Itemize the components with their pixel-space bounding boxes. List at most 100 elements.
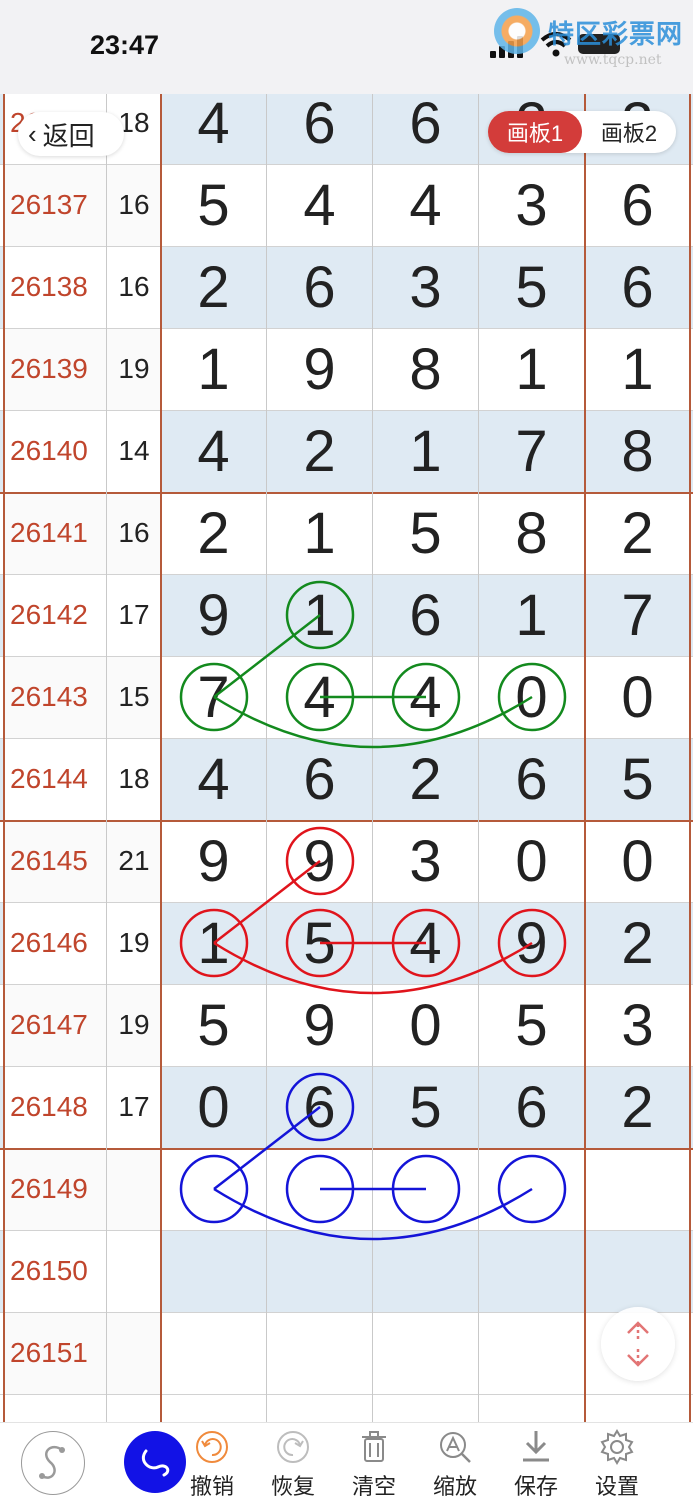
digit-cell[interactable]: 9 <box>267 820 372 902</box>
toolbar-download-button[interactable]: 保存 <box>501 1427 571 1499</box>
digit-cell[interactable]: 6 <box>373 574 478 656</box>
digit-cell[interactable] <box>479 1148 584 1230</box>
digit-cell[interactable]: 8 <box>373 328 478 410</box>
digit-cell[interactable]: 9 <box>479 902 584 984</box>
digit-cell[interactable]: 4 <box>161 738 266 820</box>
digit-cell[interactable]: 6 <box>267 94 372 164</box>
digit-cell[interactable] <box>585 1148 690 1230</box>
digit-cell[interactable]: 6 <box>267 1066 372 1148</box>
row-divider <box>0 984 693 985</box>
tab-board-2[interactable]: 画板2 <box>582 111 676 153</box>
curve-path-icon <box>39 1445 65 1479</box>
digit-cell[interactable]: 5 <box>479 246 584 328</box>
digit-cell[interactable]: 6 <box>479 738 584 820</box>
digit-cell[interactable] <box>373 1148 478 1230</box>
digit-cell[interactable] <box>161 1230 266 1312</box>
sum-value: 16 <box>107 164 161 246</box>
digit-cell[interactable] <box>267 1312 372 1394</box>
digit-cell[interactable]: 2 <box>585 492 690 574</box>
digit-cell[interactable] <box>479 1230 584 1312</box>
digit-cell[interactable]: 4 <box>373 902 478 984</box>
toolbar-redo-button[interactable]: 恢复 <box>258 1427 328 1499</box>
digit-cell[interactable]: 5 <box>373 492 478 574</box>
back-button[interactable]: ‹ 返回 <box>18 112 124 156</box>
digit-cell[interactable]: 9 <box>161 574 266 656</box>
digit-cell[interactable]: 5 <box>267 902 372 984</box>
digit-cell[interactable]: 5 <box>373 1066 478 1148</box>
digit-cell[interactable]: 1 <box>479 574 584 656</box>
digit-cell[interactable]: 5 <box>479 984 584 1066</box>
digit-cell[interactable]: 1 <box>585 328 690 410</box>
digit-cell[interactable]: 5 <box>161 984 266 1066</box>
digit-cell[interactable]: 2 <box>585 902 690 984</box>
digit-cell[interactable]: 2 <box>267 410 372 492</box>
digit-cell[interactable]: 9 <box>267 328 372 410</box>
digit-cell[interactable]: 7 <box>585 574 690 656</box>
digit-cell[interactable]: 3 <box>373 820 478 902</box>
digit-cell[interactable]: 4 <box>161 410 266 492</box>
digit-cell[interactable]: 2 <box>161 246 266 328</box>
redo-icon <box>277 1431 309 1463</box>
digit-cell[interactable]: 0 <box>479 656 584 738</box>
status-bar: 23:47 特区彩票网 www.tqcp.net <box>0 0 693 94</box>
digit-cell[interactable] <box>373 1312 478 1394</box>
toolbar-trash-button[interactable]: 清空 <box>339 1427 409 1499</box>
digit-cell[interactable]: 4 <box>267 656 372 738</box>
digit-cell[interactable]: 6 <box>479 1066 584 1148</box>
digit-cell[interactable]: 3 <box>479 164 584 246</box>
digit-cell[interactable] <box>267 1230 372 1312</box>
digit-cell[interactable] <box>479 1312 584 1394</box>
toolbar-gear-button[interactable]: 设置 <box>582 1427 652 1499</box>
digit-cell[interactable]: 3 <box>373 246 478 328</box>
digit-cell[interactable]: 6 <box>585 246 690 328</box>
digit-cell[interactable]: 6 <box>585 164 690 246</box>
digit-cell[interactable] <box>267 1148 372 1230</box>
digit-cell[interactable]: 5 <box>161 164 266 246</box>
digit-cell[interactable]: 6 <box>267 738 372 820</box>
digit-cell[interactable]: 0 <box>585 656 690 738</box>
eraser-mode-button[interactable] <box>21 1431 85 1495</box>
digit-cell[interactable]: 1 <box>161 328 266 410</box>
digit-cell[interactable]: 0 <box>479 820 584 902</box>
digit-cell[interactable]: 7 <box>479 410 584 492</box>
digit-cell[interactable]: 8 <box>479 492 584 574</box>
digit-cell[interactable]: 5 <box>585 738 690 820</box>
digit-cell[interactable]: 6 <box>267 246 372 328</box>
board-toggle[interactable]: 画板1 画板2 <box>488 111 676 153</box>
digit-cell[interactable]: 2 <box>585 1066 690 1148</box>
digit-cell[interactable]: 4 <box>373 164 478 246</box>
digit-cell[interactable] <box>161 1148 266 1230</box>
digit-cell[interactable]: 2 <box>373 738 478 820</box>
digit-cell[interactable] <box>161 1312 266 1394</box>
trend-grid[interactable]: 2613618466232613716544362613816263562613… <box>0 94 693 1422</box>
sum-value: 14 <box>107 410 161 492</box>
digit-cell[interactable]: 4 <box>373 656 478 738</box>
digit-cell[interactable]: 8 <box>585 410 690 492</box>
digit-cell[interactable] <box>373 1230 478 1312</box>
digit-cell[interactable]: 1 <box>267 492 372 574</box>
tab-board-1[interactable]: 画板1 <box>488 111 582 153</box>
table-row: 26143 15 7 4 4 0 0 <box>0 656 693 738</box>
digit-cell[interactable]: 9 <box>161 820 266 902</box>
digit-cell[interactable] <box>585 1230 690 1312</box>
digit-cell[interactable]: 0 <box>161 1066 266 1148</box>
digit-cell[interactable]: 1 <box>161 902 266 984</box>
scroll-toggle-button[interactable] <box>601 1307 675 1381</box>
trash-icon <box>362 1431 386 1462</box>
digit-cell[interactable]: 4 <box>161 94 266 164</box>
chevron-left-icon: ‹ <box>28 118 37 149</box>
digit-cell[interactable]: 0 <box>373 984 478 1066</box>
digit-cell[interactable]: 1 <box>267 574 372 656</box>
digit-cell[interactable]: 3 <box>585 984 690 1066</box>
toolbar-undo-button[interactable]: 撤销 <box>177 1427 247 1499</box>
digit-cell[interactable]: 7 <box>161 656 266 738</box>
digit-cell[interactable]: 4 <box>267 164 372 246</box>
digit-cell[interactable]: 0 <box>585 820 690 902</box>
toolbar-zoom-button[interactable]: 缩放 <box>420 1427 490 1499</box>
digit-cell[interactable]: 1 <box>479 328 584 410</box>
digit-cell[interactable]: 6 <box>373 94 478 164</box>
sum-value <box>107 1148 161 1230</box>
digit-cell[interactable]: 2 <box>161 492 266 574</box>
digit-cell[interactable]: 1 <box>373 410 478 492</box>
digit-cell[interactable]: 9 <box>267 984 372 1066</box>
